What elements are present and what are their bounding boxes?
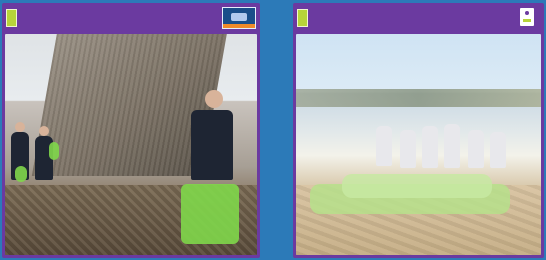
person-head — [205, 90, 223, 108]
right-card-header — [293, 3, 544, 31]
left-photo-card — [2, 3, 260, 258]
cleanup-photo-right — [296, 34, 541, 255]
volunteer — [444, 124, 460, 168]
far-hills — [296, 89, 541, 107]
volunteer — [468, 130, 484, 168]
collected-bags — [342, 174, 492, 198]
volunteer — [422, 126, 438, 168]
volunteer — [376, 126, 392, 166]
organization-logo-icon — [520, 8, 534, 26]
left-card-header — [2, 3, 260, 31]
tag-icon — [6, 9, 17, 27]
person-head — [39, 126, 49, 136]
volunteer — [400, 130, 416, 168]
right-photo-card — [293, 3, 544, 258]
logo-bar — [523, 19, 531, 22]
tag-icon — [297, 9, 308, 27]
cleanup-photo-left — [5, 34, 257, 255]
logo-dot — [525, 11, 529, 15]
badge-mark — [231, 13, 247, 21]
trash-bag — [181, 184, 239, 244]
volunteer — [490, 132, 506, 168]
trash-bag — [49, 142, 59, 160]
person — [191, 110, 233, 180]
trash-bag — [15, 166, 27, 182]
certificate-badge-icon — [222, 7, 256, 29]
badge-stripe — [223, 24, 255, 28]
person-head — [15, 122, 25, 132]
